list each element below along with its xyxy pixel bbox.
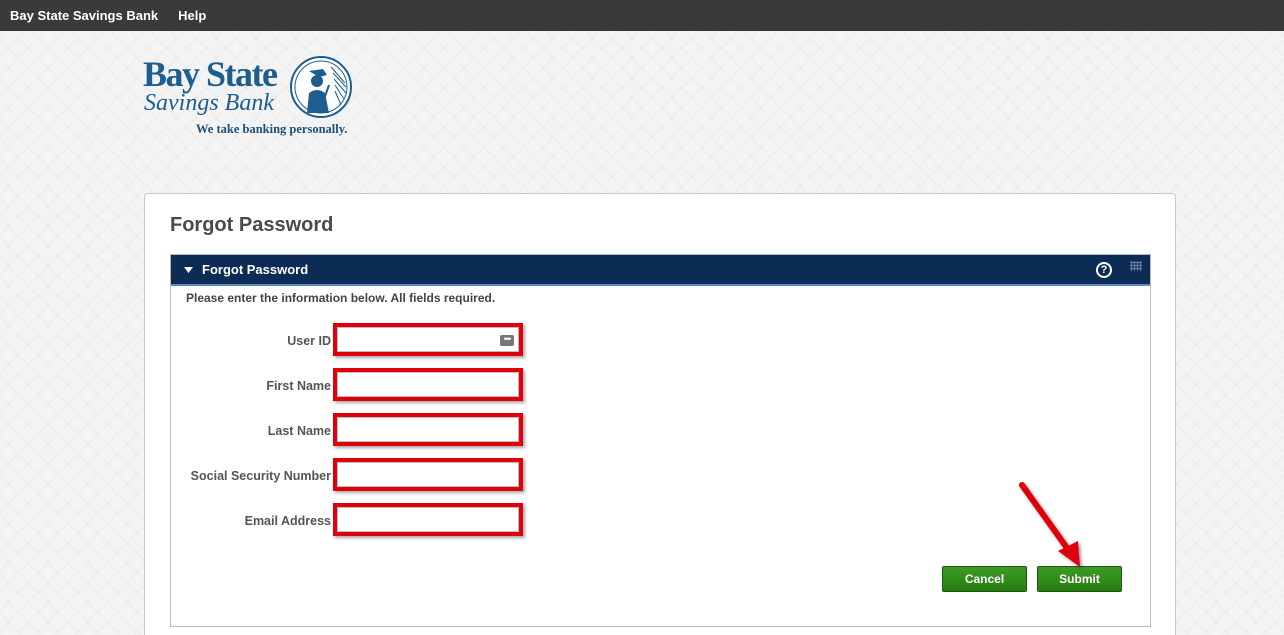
- minuteman-seal-icon: [290, 56, 352, 118]
- logo-line-1: Bay State: [143, 54, 278, 94]
- red-annotation-arrow-icon: [1019, 482, 1080, 567]
- first-name-label: First Name: [266, 379, 331, 393]
- nav-link-help[interactable]: Help: [178, 8, 206, 23]
- password-manager-icon[interactable]: •••: [500, 335, 514, 346]
- last-name-label: Last Name: [267, 424, 331, 438]
- instructions-text: Please enter the information below. All …: [186, 291, 496, 305]
- logo-tagline: We take banking personally.: [196, 122, 348, 136]
- email-label: Email Address: [244, 514, 331, 528]
- first-name-field-wrapper: [333, 368, 523, 401]
- drag-handle-icon[interactable]: [1130, 261, 1142, 271]
- first-name-input[interactable]: [337, 372, 519, 397]
- user-id-label: User ID: [287, 334, 331, 348]
- email-field-wrapper: [333, 503, 523, 536]
- caret-down-icon[interactable]: [184, 262, 193, 277]
- ssn-input[interactable]: [337, 462, 519, 487]
- user-id-field-wrapper: •••: [333, 323, 523, 356]
- panel-title: Forgot Password: [202, 262, 309, 277]
- ssn-label: Social Security Number: [190, 469, 331, 483]
- forgot-password-panel: Forgot Password ? Please enter the infor…: [170, 254, 1151, 627]
- help-circle-icon[interactable]: ?: [1096, 262, 1112, 278]
- ssn-field-wrapper: [333, 458, 523, 491]
- bank-logo[interactable]: Bay State Savings Bank We take banking p…: [143, 55, 358, 140]
- last-name-input[interactable]: [337, 417, 519, 442]
- email-input[interactable]: [337, 507, 519, 532]
- logo-line-2: Savings Bank: [144, 90, 274, 116]
- nav-link-bank-home[interactable]: Bay State Savings Bank: [10, 8, 158, 23]
- user-id-input[interactable]: [337, 327, 519, 352]
- last-name-field-wrapper: [333, 413, 523, 446]
- panel-header[interactable]: Forgot Password ?: [171, 255, 1150, 286]
- top-nav-bar: Bay State Savings Bank Help: [0, 0, 1284, 31]
- page-title: Forgot Password: [170, 214, 334, 236]
